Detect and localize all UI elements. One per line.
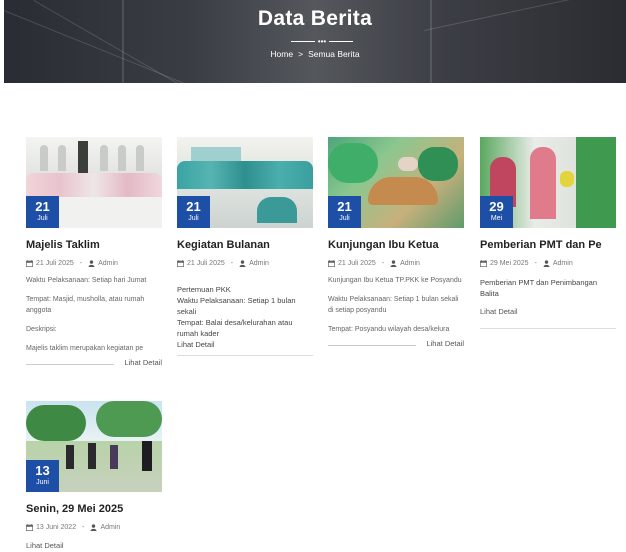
user-icon — [88, 260, 95, 267]
calendar-icon — [26, 260, 33, 267]
news-date: 29 Mei 2025 — [490, 260, 529, 267]
news-excerpt-line: Deskripsi: — [26, 326, 57, 333]
date-badge: 29 Mei — [480, 196, 513, 228]
news-excerpt-line: Kunjungan Ibu Ketua TP.PKK ke Posyandu — [328, 277, 462, 284]
news-card: 29 Mei Pemberian PMT dan Pe 29 Mei 2025 -… — [480, 137, 616, 329]
news-title[interactable]: Pemberian PMT dan Pe — [480, 239, 616, 251]
read-more-link[interactable]: Lihat Detail — [426, 339, 464, 348]
calendar-icon — [177, 260, 184, 267]
news-excerpt-line: Pemberian PMT dan Penimbangan Balita — [480, 278, 598, 298]
news-excerpt-line: Waktu Pelaksanaan: Setiap 1 bulan sekali — [177, 296, 296, 316]
breadcrumb-separator: > — [298, 49, 304, 59]
card-divider — [177, 355, 313, 356]
news-date: 21 Juli 2025 — [36, 260, 74, 267]
date-badge: 21 Juli — [26, 196, 59, 228]
news-meta: 21 Juli 2025 - Admin — [328, 260, 464, 267]
date-badge: 13 Juni — [26, 460, 59, 492]
calendar-icon — [480, 260, 487, 267]
news-meta: 13 Juni 2022 - Admin — [26, 524, 162, 531]
title-divider: ••• — [291, 38, 353, 46]
date-badge: 21 Juli — [328, 196, 361, 228]
news-author: Admin — [400, 260, 420, 267]
news-author: Admin — [98, 260, 118, 267]
news-excerpt-line: Waktu Pelaksanaan: Setiap hari Jumat — [26, 277, 147, 284]
news-excerpt-line: Pertemuan PKK — [177, 285, 231, 294]
breadcrumb-home-link[interactable]: Home — [270, 49, 293, 59]
news-date: 21 Juli 2025 — [338, 260, 376, 267]
news-thumbnail[interactable]: 29 Mei — [480, 137, 616, 228]
card-divider — [480, 328, 616, 329]
news-meta: 29 Mei 2025 - Admin — [480, 260, 616, 267]
read-more-row: Lihat Detail — [26, 358, 162, 370]
news-title[interactable]: Majelis Taklim — [26, 239, 162, 251]
news-excerpt-line: Tempat: Masjid, musholla, atau rumah ang… — [26, 296, 145, 314]
news-title[interactable]: Senin, 29 Mei 2025 — [26, 503, 162, 515]
calendar-icon — [26, 524, 33, 531]
read-more-row: Lihat Detail — [328, 339, 464, 351]
news-author: Admin — [100, 524, 121, 531]
news-author: Admin — [552, 260, 573, 267]
news-title[interactable]: Kegiatan Bulanan — [177, 239, 313, 251]
news-thumbnail[interactable]: 21 Juli — [177, 137, 313, 228]
page-header-banner: Data Berita ••• Home > Semua Berita — [4, 0, 626, 83]
breadcrumb-current: Semua Berita — [308, 49, 360, 59]
news-card: 21 Juli Majelis Taklim 21 Juli 2025 - Adm… — [26, 137, 162, 370]
news-date: 13 Juni 2022 — [36, 524, 77, 531]
news-meta: 21 Juli 2025 - Admin — [26, 260, 162, 267]
read-more-link[interactable]: Lihat Detail — [177, 339, 313, 350]
calendar-icon — [328, 260, 335, 267]
user-icon — [543, 260, 550, 267]
page-title: Data Berita — [257, 7, 373, 30]
news-excerpt-line: Majelis taklim merupakan kegiatan pe — [26, 345, 144, 352]
read-more-link[interactable]: Lihat Detail — [480, 307, 616, 316]
read-more-link[interactable]: Lihat Detail — [26, 541, 162, 550]
news-excerpt-line: Waktu Pelaksanaan: Setiap 1 bulan sekali… — [328, 296, 459, 314]
news-meta: 21 Juli 2025 - Admin — [177, 260, 313, 267]
breadcrumb: Home > Semua Berita — [4, 49, 626, 59]
news-card: 21 Juli Kegiatan Bulanan 21 Juli 2025 - A… — [177, 137, 313, 356]
news-date: 21 Juli 2025 — [187, 260, 225, 267]
date-badge: 21 Juli — [177, 196, 210, 228]
news-thumbnail[interactable]: 13 Juni — [26, 401, 162, 492]
user-icon — [390, 260, 397, 267]
user-icon — [90, 524, 97, 531]
news-thumbnail[interactable]: 21 Juli — [26, 137, 162, 228]
news-thumbnail[interactable]: 21 Juli — [328, 137, 464, 228]
news-title[interactable]: Kunjungan Ibu Ketua — [328, 239, 464, 251]
news-excerpt-line: Tempat: Balai desa/kelurahan atau rumah … — [177, 318, 293, 338]
news-excerpt-line: Tempat: Posyandu wilayah desa/kelura — [328, 326, 450, 333]
user-icon — [239, 260, 246, 267]
news-author: Admin — [249, 260, 269, 267]
news-card: 21 Juli Kunjungan Ibu Ketua 21 Juli 2025 … — [328, 137, 464, 351]
news-card: 13 Juni Senin, 29 Mei 2025 13 Juni 2022 -… — [26, 401, 162, 550]
read-more-link[interactable]: Lihat Detail — [124, 358, 162, 367]
